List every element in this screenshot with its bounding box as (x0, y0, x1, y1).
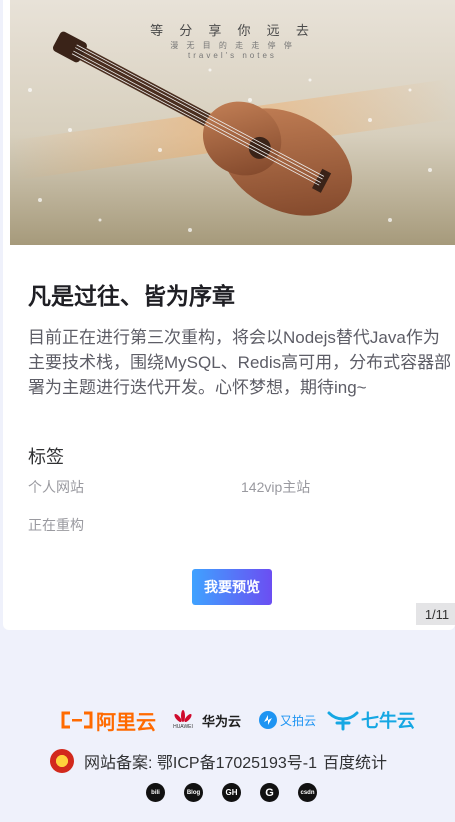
baidu-stats-link[interactable]: 百度统计 (323, 749, 387, 773)
qiniu-icon (327, 711, 359, 731)
blog-icon[interactable]: Blog (184, 783, 203, 802)
tags-heading: 标签 (28, 447, 64, 467)
csdn-icon[interactable]: csdn (298, 783, 317, 802)
cover-subtitle-text: 漫 无 目 的 走 走 停 停 (170, 41, 295, 50)
tag-personal-site[interactable]: 个人网站 (28, 477, 84, 497)
qiniu-label: 七牛云 (361, 711, 415, 731)
upyun-icon (259, 711, 277, 729)
partner-logos: 阿里云 HUAWEI 华为云 又拍云 七牛云 (0, 700, 455, 740)
preview-button[interactable]: 我要预览 (192, 569, 272, 605)
upyun-logo[interactable]: 又拍云 (258, 700, 316, 740)
bilibili-icon[interactable]: bili (146, 783, 165, 802)
social-links: bili Blog GH G csdn (0, 783, 455, 805)
aliyun-icon (61, 711, 93, 729)
github-icon[interactable]: GH (222, 783, 241, 802)
page-indicator: 1/11 (416, 603, 455, 625)
huawei-cloud-logo[interactable]: HUAWEI 华为云 (172, 700, 241, 740)
aliyun-label: 阿里云 (96, 711, 156, 734)
cover-image[interactable]: 等 分 享 你 远 去 漫 无 目 的 走 走 停 停 travel's not… (10, 0, 455, 245)
tag-142vip-site[interactable]: 142vip主站 (241, 477, 310, 497)
post-title[interactable]: 凡是过往、皆为序章 (28, 277, 235, 311)
beian-link[interactable]: 网站备案: 鄂ICP备17025193号-1 (84, 749, 317, 773)
huawei-cloud-label: 华为云 (202, 713, 242, 729)
upyun-label: 又拍云 (280, 713, 317, 728)
qiniu-logo[interactable]: 七牛云 (327, 700, 415, 740)
huawei-icon (174, 710, 192, 723)
huawei-caption: HUAWEI (173, 724, 193, 730)
post-description: 目前正在进行第三次重构，将会以Nodejs替代Java作为主要技术栈，围绕MyS… (28, 328, 452, 397)
cover-title: 等 分 享 你 远 去 (150, 24, 315, 39)
beian-info: 网站备案: 鄂ICP备17025193号-1 百度统计 (50, 746, 393, 776)
cover-caption: travel's notes (188, 51, 277, 60)
cover-subtitle: 漫 无 目 的 走 走 停 停 travel's notes (10, 40, 455, 60)
aliyun-logo[interactable]: 阿里云 (60, 700, 156, 740)
article-card: 等 分 享 你 远 去 漫 无 目 的 走 走 停 停 travel's not… (3, 0, 455, 630)
tag-refactoring[interactable]: 正在重构 (28, 515, 84, 535)
google-icon[interactable]: G (260, 783, 279, 802)
police-emblem-icon (50, 749, 74, 773)
